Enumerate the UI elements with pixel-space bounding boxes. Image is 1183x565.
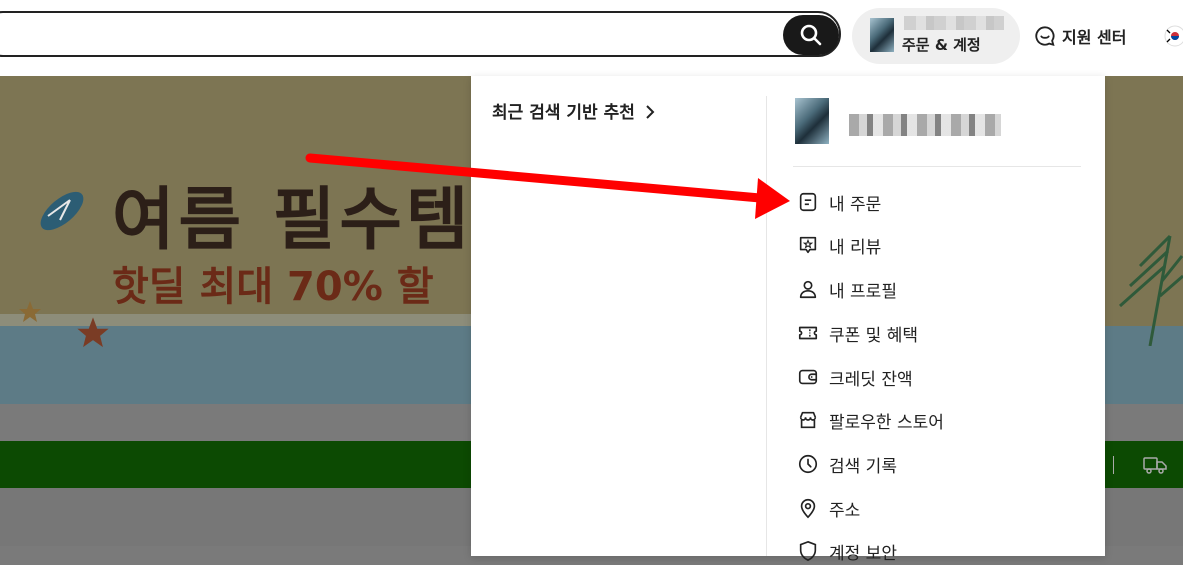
menu-item-label: 내 주문 [829,194,882,215]
account-name-redacted [904,16,1004,30]
palm-leaf-icon [1119,234,1183,346]
chevron-right-icon [646,105,655,119]
starfish-icon [77,317,109,348]
profile-name-redacted [849,114,1001,136]
menu-item-label: 내 프로필 [829,281,897,302]
location-icon [800,498,816,519]
menu-item-credit-balance[interactable]: 크레딧 잔액 [797,363,913,391]
delivery-truck-icon [1143,457,1167,474]
store-icon [799,411,817,429]
menu-item-label: 내 리뷰 [829,237,882,258]
menu-item-my-profile[interactable]: 내 프로필 [797,275,897,303]
column-divider [766,96,767,556]
strip-divider [1113,456,1114,474]
sandal-icon [40,191,84,231]
menu-item-my-orders[interactable]: 내 주문 [797,188,881,216]
banner-subtitle: 핫딜 최대 70% 할 [112,264,434,310]
menu-item-label: 팔로우한 스토어 [829,412,944,433]
menu-item-account-security[interactable]: 계정 보안 [797,537,897,565]
starfish-icon [19,301,41,322]
menu-item-my-reviews[interactable]: 내 리뷰 [797,231,881,259]
account-label: 주문 & 계정 [902,36,981,54]
menu-item-label: 쿠폰 및 혜택 [829,325,919,346]
account-orders-button[interactable]: 주문 & 계정 [852,8,1020,64]
menu-item-address[interactable]: 주소 [797,494,860,522]
menu-item-label: 주소 [829,500,861,521]
shield-icon [799,540,817,562]
menu-item-label: 크레딧 잔액 [829,369,913,390]
menu-item-label: 계정 보안 [829,543,897,564]
menu-item-followed-stores[interactable]: 팔로우한 스토어 [797,406,944,434]
recent-title: 최근 검색 기반 추천 [492,103,635,123]
profile-divider [793,166,1081,167]
search-icon [800,24,822,46]
country-flag-icon[interactable] [1164,25,1183,47]
menu-item-coupons[interactable]: 쿠폰 및 혜택 [797,319,918,347]
clock-icon [798,454,818,474]
menu-item-label: 검색 기록 [829,456,897,477]
review-icon [799,236,817,254]
banner-title: 여름 필수템 [112,181,473,260]
chat-icon [1035,26,1055,47]
wallet-icon [798,369,818,385]
menu-item-search-history[interactable]: 검색 기록 [797,450,897,478]
search-input[interactable] [0,11,841,57]
avatar [870,18,894,52]
account-dropdown: 최근 검색 기반 추천 내 주문 내 리뷰 내 프로필 쿠폰 및 혜택 크레딧 … [471,76,1105,564]
top-header: 주문 & 계정 지원 센터 [0,0,1183,76]
search-button[interactable] [783,15,839,55]
support-center-link[interactable]: 지원 센터 [1034,22,1126,50]
coupon-icon [798,326,818,340]
support-label: 지원 센터 [1062,28,1127,47]
recent-search-recommendations[interactable]: 최근 검색 기반 추천 [492,98,655,123]
profile-icon [799,280,817,299]
order-icon [799,192,817,212]
avatar [795,98,829,144]
